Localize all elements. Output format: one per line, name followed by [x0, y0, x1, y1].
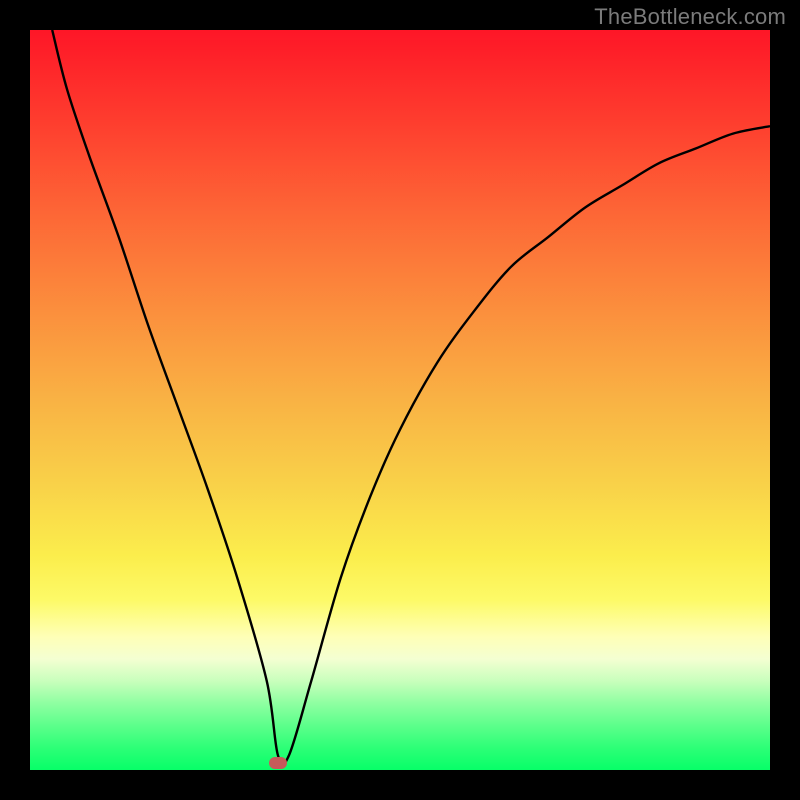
curve-line [52, 30, 770, 764]
watermark-text: TheBottleneck.com [594, 4, 786, 30]
bottleneck-marker [269, 757, 287, 769]
curve-svg [30, 30, 770, 770]
chart-container: TheBottleneck.com [0, 0, 800, 800]
plot-area [30, 30, 770, 770]
